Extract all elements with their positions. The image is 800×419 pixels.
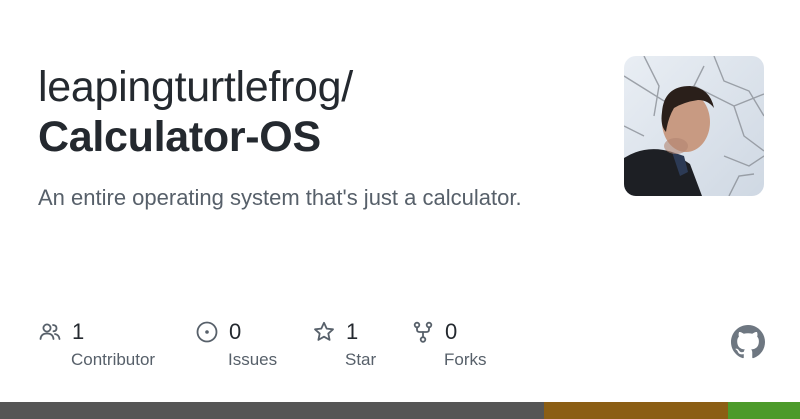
repo-description: An entire operating system that's just a… [38,185,522,210]
forks-count: 0 [445,319,458,344]
owner-avatar[interactable] [624,56,764,196]
stars-label: Star [345,350,377,369]
people-icon [38,320,62,344]
forks-stat[interactable]: 0 Forks [411,316,487,370]
fork-icon [411,320,435,344]
issues-label: Issues [228,350,278,369]
repo-name[interactable]: Calculator-OS [38,112,321,162]
stars-count: 1 [346,319,359,344]
language-bar-segment [544,402,728,419]
language-bar-segment [728,402,800,419]
repo-owner[interactable]: leapingturtlefrog/ [38,62,353,112]
issue-icon [195,320,219,344]
contributors-count: 1 [72,319,85,344]
github-icon[interactable] [731,325,765,359]
contributors-label: Contributor [71,350,156,369]
stars-stat[interactable]: 1 Star [312,316,376,370]
star-icon [312,320,336,344]
language-bar [0,402,800,419]
language-bar-segment [0,402,544,419]
issues-count: 0 [229,319,242,344]
issues-stat[interactable]: 0 Issues [195,316,277,370]
contributors-stat[interactable]: 1 Contributor [38,316,155,370]
forks-label: Forks [444,350,487,369]
